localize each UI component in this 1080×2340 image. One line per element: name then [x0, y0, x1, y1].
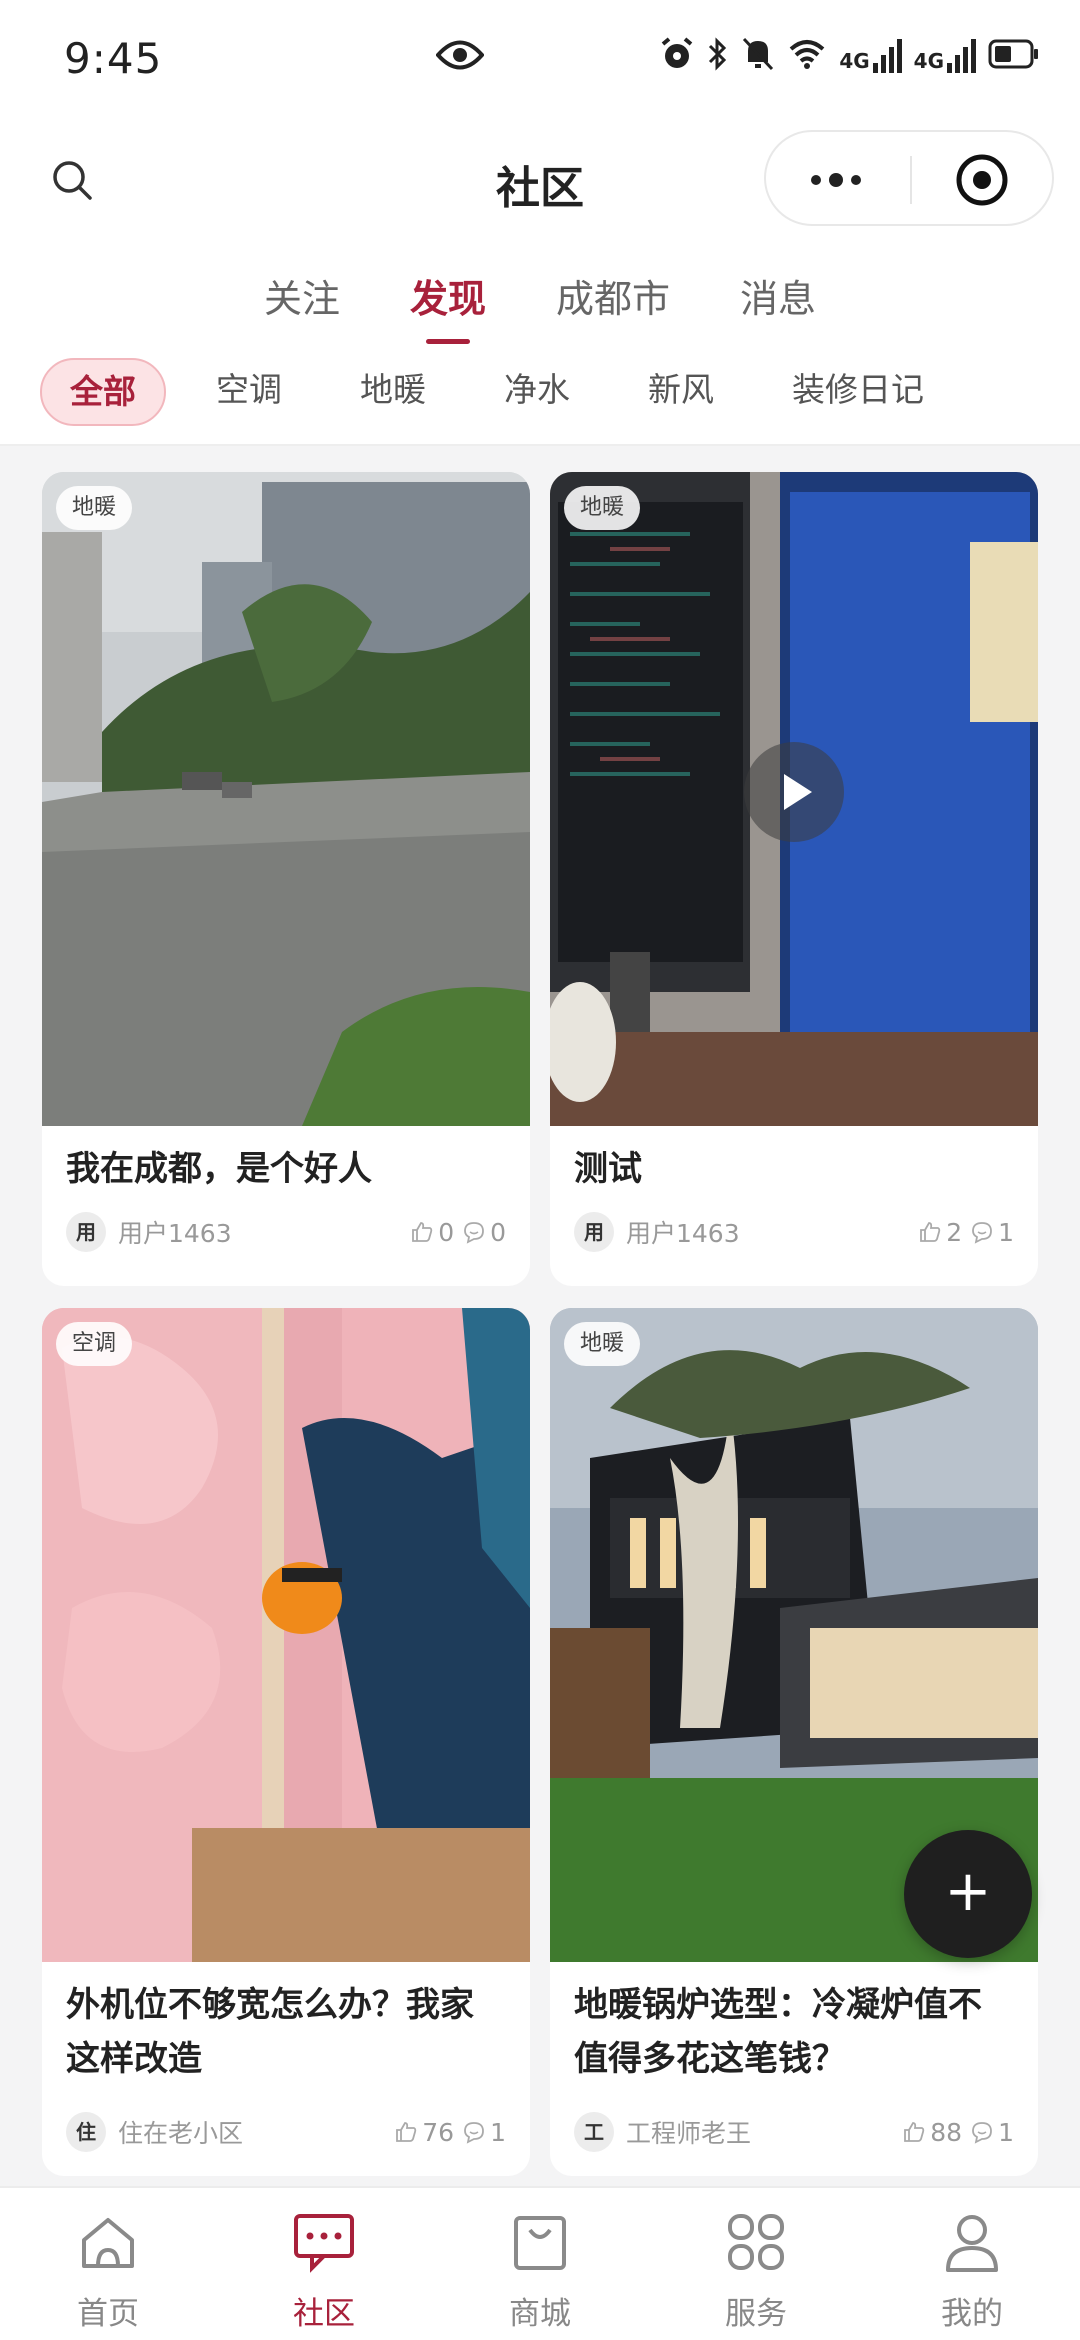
comment-count[interactable]: 1 — [970, 2118, 1014, 2147]
like-count-value: 88 — [930, 2117, 963, 2147]
nav-community[interactable]: 社区 — [216, 2188, 432, 2340]
comment-count[interactable]: 0 — [462, 1218, 506, 1247]
comment-count-value: 1 — [490, 2117, 506, 2147]
like-count-value: 2 — [946, 1217, 963, 1247]
status-bar: 9:45 4G 4G — [0, 0, 1080, 120]
video-play-button[interactable] — [744, 742, 844, 842]
like-count[interactable]: 0 — [410, 1218, 454, 1247]
capsule-divider — [910, 156, 912, 204]
bottom-navigation: 首页 社区 商城 服务 我的 — [0, 2186, 1080, 2340]
chip-fresh-air[interactable]: 新风 — [648, 358, 714, 426]
nav-home-label: 首页 — [77, 2296, 139, 2332]
comment-icon — [972, 1222, 992, 1244]
post-tag: 地暖 — [56, 486, 133, 530]
nav-profile-label: 我的 — [941, 2296, 1003, 2332]
thumbs-up-icon — [396, 2122, 417, 2142]
post-card[interactable]: 地暖 我在成都，是个好人 用 用户1463 0 0 — [42, 472, 530, 1286]
author-name[interactable]: 用户1463 — [626, 1214, 910, 1250]
post-card[interactable]: 地暖 测试 用 用户1463 2 1 — [550, 472, 1038, 1286]
mute-bell-icon — [741, 36, 775, 76]
comment-icon — [972, 2122, 992, 2144]
comment-icon — [464, 2122, 484, 2144]
grid-icon — [728, 2214, 784, 2270]
chip-renovation-diary[interactable]: 装修日记 — [792, 358, 924, 426]
chip-water-purify[interactable]: 净水 — [504, 358, 570, 426]
like-count-value: 0 — [438, 1217, 455, 1247]
post-title: 地暖锅炉选型：冷凝炉值不值得多花这笔钱？ — [574, 1985, 982, 2079]
tab-city[interactable]: 成都市 — [556, 250, 670, 350]
avatar: 用 — [66, 1212, 106, 1252]
like-count-value: 76 — [422, 2117, 455, 2147]
post-card[interactable]: 地暖 地暖锅炉选型：冷凝炉值不值得多花这笔钱？ 工 工程师老王 88 1 — [550, 1308, 1038, 2176]
category-filter: 全部 空调 地暖 净水 新风 装修日记 — [0, 350, 1080, 446]
post-tag: 地暖 — [564, 486, 641, 530]
post-meta: 住 住在老小区 76 1 — [66, 2110, 506, 2154]
post-title: 外机位不够宽怎么办？我家这样改造 — [66, 1985, 474, 2079]
tab-discover[interactable]: 发现 — [410, 250, 486, 350]
avatar: 用 — [574, 1212, 614, 1252]
thumbs-up-icon — [412, 1222, 433, 1242]
post-image-rainy-street — [42, 472, 530, 1126]
chip-aircon[interactable]: 空调 — [216, 358, 282, 426]
chip-all[interactable]: 全部 — [40, 358, 166, 426]
comment-count-value: 1 — [998, 2117, 1014, 2147]
author-name[interactable]: 住在老小区 — [118, 2114, 386, 2150]
status-time: 9:45 — [64, 34, 163, 83]
post-meta: 工 工程师老王 88 1 — [574, 2110, 1014, 2154]
post-title: 测试 — [574, 1149, 642, 1189]
avatar: 工 — [574, 2112, 614, 2152]
thumbs-up-icon — [904, 2122, 925, 2142]
comment-count-value: 0 — [490, 1217, 506, 1247]
home-icon — [82, 2218, 134, 2268]
network-type-2: 4G — [913, 49, 944, 73]
post-tag: 地暖 — [564, 1322, 641, 1366]
signal-icon: 4G — [839, 39, 902, 73]
main-tabs: 关注 发现 成都市 消息 — [0, 250, 1080, 350]
nav-mall[interactable]: 商城 — [432, 2188, 648, 2340]
post-card[interactable]: 空调 外机位不够宽怎么办？我家这样改造 住 住在老小区 76 1 — [42, 1308, 530, 2176]
eye-icon — [435, 38, 485, 76]
user-icon — [946, 2215, 998, 2272]
comment-count[interactable]: 1 — [462, 2118, 506, 2147]
like-count[interactable]: 2 — [918, 1218, 962, 1247]
author-name[interactable]: 工程师老王 — [626, 2114, 894, 2150]
comment-count-value: 1 — [998, 1217, 1014, 1247]
avatar: 住 — [66, 2112, 106, 2152]
bluetooth-icon — [707, 36, 729, 76]
more-options-icon[interactable] — [806, 160, 870, 204]
close-target-icon[interactable] — [954, 152, 1010, 212]
post-image-insulation — [42, 1308, 530, 1962]
tab-messages[interactable]: 消息 — [740, 250, 816, 350]
nav-mall-label: 商城 — [509, 2296, 571, 2332]
network-type-1: 4G — [839, 49, 870, 73]
like-count[interactable]: 76 — [394, 2118, 454, 2147]
comment-count[interactable]: 1 — [970, 1218, 1014, 1247]
header-bar: 社区 — [0, 120, 1080, 250]
alarm-icon — [659, 36, 695, 76]
post-meta: 用 用户1463 0 0 — [66, 1210, 506, 1254]
shopping-bag-icon — [514, 2216, 566, 2270]
community-chat-icon — [294, 2214, 354, 2273]
chip-floor-heating[interactable]: 地暖 — [360, 358, 426, 426]
post-meta: 用 用户1463 2 1 — [574, 1210, 1014, 1254]
wifi-icon — [787, 37, 827, 75]
nav-community-label: 社区 — [293, 2296, 355, 2332]
post-tag: 空调 — [56, 1322, 133, 1366]
nav-services[interactable]: 服务 — [648, 2188, 864, 2340]
nav-profile[interactable]: 我的 — [864, 2188, 1080, 2340]
create-post-button[interactable]: + — [904, 1830, 1032, 1958]
comment-icon — [464, 1222, 484, 1244]
signal-icon-2: 4G — [914, 39, 976, 73]
like-count[interactable]: 88 — [902, 2118, 962, 2147]
nav-home[interactable]: 首页 — [0, 2188, 216, 2340]
author-name[interactable]: 用户1463 — [118, 1214, 402, 1250]
miniprogram-capsule — [764, 130, 1054, 226]
tab-following[interactable]: 关注 — [264, 250, 340, 350]
post-title: 我在成都，是个好人 — [66, 1149, 372, 1189]
battery-icon — [988, 38, 1040, 74]
thumbs-up-icon — [920, 1222, 941, 1242]
status-icons: 4G 4G — [659, 36, 1040, 76]
nav-services-label: 服务 — [725, 2296, 787, 2332]
